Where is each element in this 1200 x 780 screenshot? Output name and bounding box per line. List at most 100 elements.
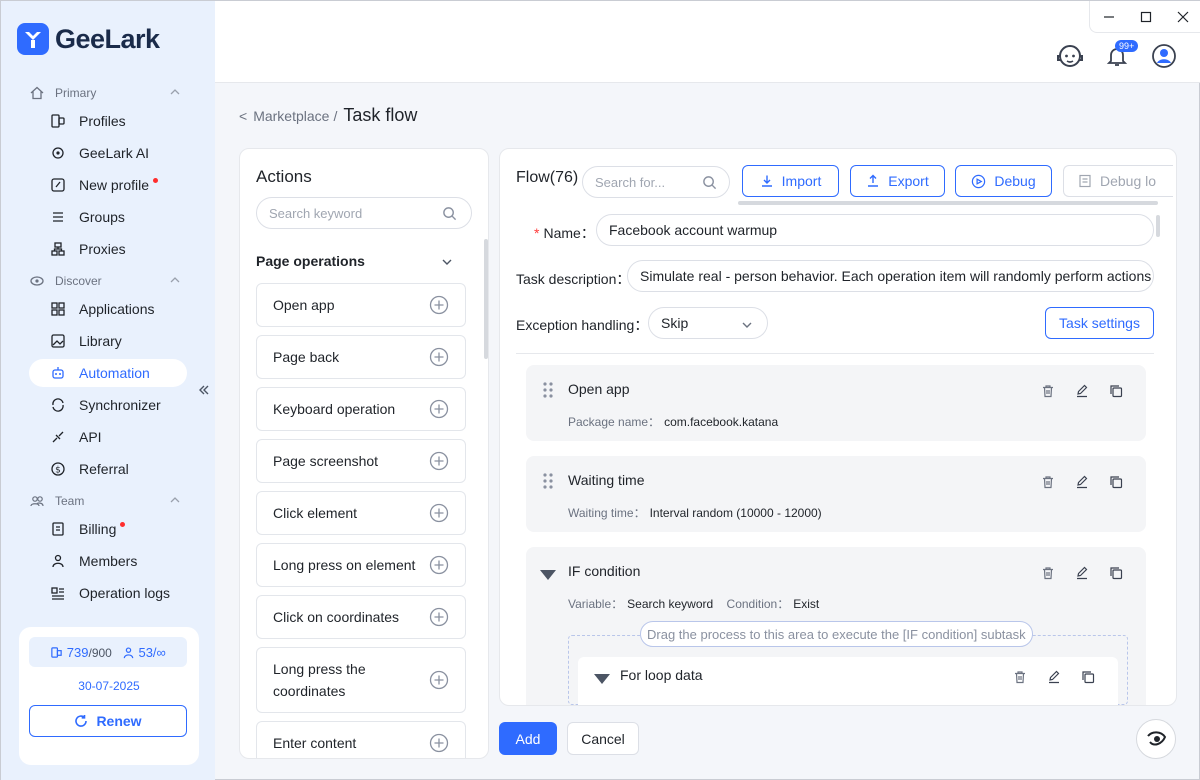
member-icon — [123, 646, 134, 658]
sidebar-item-library[interactable]: Library — [29, 327, 187, 355]
flow-scrollbar[interactable] — [1156, 215, 1160, 237]
actions-search-input[interactable]: Search keyword — [256, 197, 472, 229]
breadcrumb-marketplace[interactable]: Marketplace — [253, 108, 329, 124]
flow-step-if[interactable]: IF condition Variable： Search keyword Con… — [526, 547, 1146, 705]
support-button[interactable] — [1057, 43, 1083, 72]
sidebar-item-members[interactable]: Members — [29, 547, 187, 575]
sidebar-item-new-profile[interactable]: New profile — [29, 171, 187, 199]
collapse-sidebar-button[interactable] — [195, 381, 213, 399]
sidebar-item-label: Proxies — [79, 241, 126, 257]
step-meta: Variable： Search keyword Condition： Exist — [568, 597, 820, 611]
notifications-button[interactable]: 99+ — [1105, 40, 1139, 71]
task-settings-button[interactable]: Task settings — [1045, 307, 1154, 339]
exception-select[interactable]: Skip — [648, 307, 768, 339]
section-label: Team — [55, 494, 85, 508]
drag-handle-icon[interactable] — [542, 472, 554, 493]
operation-logs-icon — [49, 584, 67, 602]
flow-step-for-loop[interactable]: For loop data — [578, 657, 1118, 705]
double-chevron-left-icon — [199, 385, 209, 395]
search-placeholder: Search keyword — [269, 205, 363, 221]
section-discover[interactable]: Discover — [29, 271, 185, 291]
drag-handle-icon[interactable] — [542, 381, 554, 402]
add-circle-icon — [429, 503, 449, 523]
action-item[interactable]: Long press the coordinates — [256, 647, 466, 713]
debug-log-button[interactable]: Debug lo — [1063, 165, 1173, 197]
chevron-down-icon[interactable] — [440, 255, 454, 272]
delete-icon[interactable] — [1038, 381, 1058, 401]
eye-float-button[interactable] — [1136, 719, 1176, 759]
step-meta: Package name： com.facebook.katana — [568, 415, 779, 429]
renew-button[interactable]: Renew — [29, 705, 187, 737]
delete-icon[interactable] — [1038, 563, 1058, 583]
sidebar-item-api[interactable]: API — [29, 423, 187, 451]
name-input[interactable]: Facebook account warmup — [596, 214, 1154, 246]
section-primary[interactable]: Primary — [29, 83, 185, 103]
caret-down-icon[interactable] — [594, 671, 610, 687]
edit-icon[interactable] — [1072, 563, 1092, 583]
copy-icon[interactable] — [1106, 563, 1126, 583]
account-button[interactable] — [1151, 43, 1177, 72]
flow-search-input[interactable]: Search for... — [582, 166, 730, 198]
maximize-button[interactable] — [1127, 1, 1164, 32]
sidebar-item-billing[interactable]: Billing — [29, 515, 187, 543]
breadcrumb-separator: / — [333, 107, 338, 124]
back-chevron-icon[interactable]: < — [239, 108, 247, 124]
edit-icon[interactable] — [1072, 381, 1092, 401]
step-actions — [1038, 381, 1126, 401]
add-circle-icon — [429, 670, 449, 690]
action-item[interactable]: Click element — [256, 491, 466, 535]
toolbar-scrollbar[interactable] — [738, 201, 1158, 205]
flow-step[interactable]: Waiting time Waiting time： Interval rando… — [526, 456, 1146, 532]
logo[interactable]: GeeLark — [17, 23, 160, 55]
minimize-button[interactable] — [1090, 1, 1127, 32]
description-input[interactable]: Simulate real - person behavior. Each op… — [627, 260, 1154, 292]
add-button[interactable]: Add — [499, 722, 557, 755]
sidebar-item-synchronizer[interactable]: Synchronizer — [29, 391, 187, 419]
copy-icon[interactable] — [1106, 381, 1126, 401]
sidebar-item-label: GeeLark AI — [79, 145, 150, 161]
sidebar-item-referral[interactable]: $ Referral — [29, 455, 187, 483]
customer-service-icon — [1057, 45, 1083, 67]
section-team[interactable]: Team — [29, 491, 185, 511]
sidebar-item-applications[interactable]: Applications — [29, 295, 187, 323]
edit-icon[interactable] — [1044, 667, 1064, 687]
sidebar-item-operation-logs[interactable]: Operation logs — [29, 579, 187, 607]
action-item[interactable]: Open app — [256, 283, 466, 327]
actions-scrollbar[interactable] — [484, 239, 488, 359]
sidebar-item-automation[interactable]: Automation — [29, 359, 187, 387]
actions-panel: Actions Search keyword Page operations O… — [239, 148, 489, 759]
team-icon — [29, 493, 45, 509]
sidebar-item-groups[interactable]: Groups — [29, 203, 187, 231]
action-item[interactable]: Long press on element — [256, 543, 466, 587]
delete-icon[interactable] — [1038, 472, 1058, 492]
action-item[interactable]: Enter content — [256, 721, 466, 758]
edit-icon[interactable] — [1072, 472, 1092, 492]
copy-icon[interactable] — [1106, 472, 1126, 492]
cancel-button[interactable]: Cancel — [567, 722, 639, 755]
debug-button[interactable]: Debug — [955, 165, 1052, 197]
quota-counts: 739/900 53/∞ — [29, 637, 187, 667]
sidebar-item-profiles[interactable]: Profiles — [29, 107, 187, 135]
close-window-button[interactable] — [1164, 1, 1200, 32]
flow-step[interactable]: Open app Package name： com.facebook.katan… — [526, 365, 1146, 441]
caret-down-icon[interactable] — [540, 567, 556, 583]
group-page-operations[interactable]: Page operations — [256, 253, 365, 269]
copy-icon[interactable] — [1078, 667, 1098, 687]
export-button[interactable]: Export — [850, 165, 945, 197]
sidebar-item-proxies[interactable]: Proxies — [29, 235, 187, 263]
referral-icon: $ — [49, 460, 67, 478]
close-icon — [1177, 11, 1188, 22]
import-button[interactable]: Import — [742, 165, 839, 197]
ai-icon — [49, 144, 67, 162]
add-circle-icon — [429, 295, 449, 315]
flow-title: Flow(76) — [516, 169, 579, 186]
export-label: Export — [888, 173, 929, 189]
action-item[interactable]: Keyboard operation — [256, 387, 466, 431]
sidebar-item-geelark-ai[interactable]: GeeLark AI — [29, 139, 187, 167]
action-item[interactable]: Click on coordinates — [256, 595, 466, 639]
actions-title: Actions — [256, 167, 312, 186]
action-item[interactable]: Page screenshot — [256, 439, 466, 483]
action-item[interactable]: Page back — [256, 335, 466, 379]
step-actions — [1038, 472, 1126, 492]
delete-icon[interactable] — [1010, 667, 1030, 687]
